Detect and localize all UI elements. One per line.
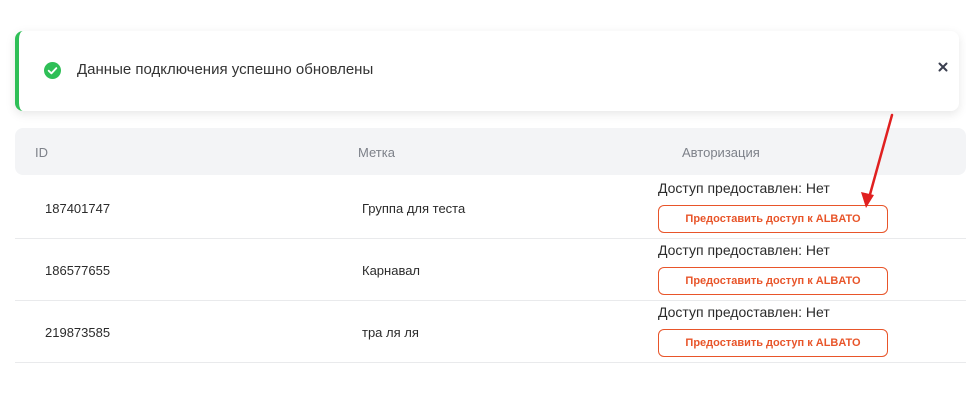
grant-access-button[interactable]: Предоставить доступ к ALBATO bbox=[658, 205, 888, 233]
table-row: 186577655 Карнавал Доступ предоставлен: … bbox=[15, 239, 966, 301]
grant-access-button[interactable]: Предоставить доступ к ALBATO bbox=[658, 329, 888, 357]
close-icon[interactable] bbox=[935, 59, 951, 75]
column-header-id: ID bbox=[35, 145, 48, 160]
access-status: Доступ предоставлен: Нет bbox=[658, 242, 830, 258]
access-status: Доступ предоставлен: Нет bbox=[658, 304, 830, 320]
row-label: тра ля ля bbox=[362, 325, 419, 340]
column-header-auth: Авторизация bbox=[682, 145, 760, 160]
table-header: ID Метка Авторизация bbox=[15, 128, 966, 175]
grant-access-button[interactable]: Предоставить доступ к ALBATO bbox=[658, 267, 888, 295]
row-id: 187401747 bbox=[45, 201, 111, 216]
table-row: 219873585 тра ля ля Доступ предоставлен:… bbox=[15, 301, 966, 363]
row-label: Карнавал bbox=[362, 263, 421, 278]
table-row: 187401747 Группа для теста Доступ предос… bbox=[15, 177, 966, 239]
check-circle-icon bbox=[44, 62, 61, 79]
notification-message: Данные подключения успешно обновлены bbox=[77, 61, 374, 78]
row-id: 219873585 bbox=[45, 325, 111, 340]
connection-page: Данные подключения успешно обновлены ID … bbox=[0, 0, 966, 398]
success-notification: Данные подключения успешно обновлены bbox=[15, 31, 959, 111]
row-label: Группа для теста bbox=[362, 201, 466, 216]
row-id: 186577655 bbox=[45, 263, 111, 278]
access-status: Доступ предоставлен: Нет bbox=[658, 180, 830, 196]
column-header-label: Метка bbox=[358, 145, 395, 160]
